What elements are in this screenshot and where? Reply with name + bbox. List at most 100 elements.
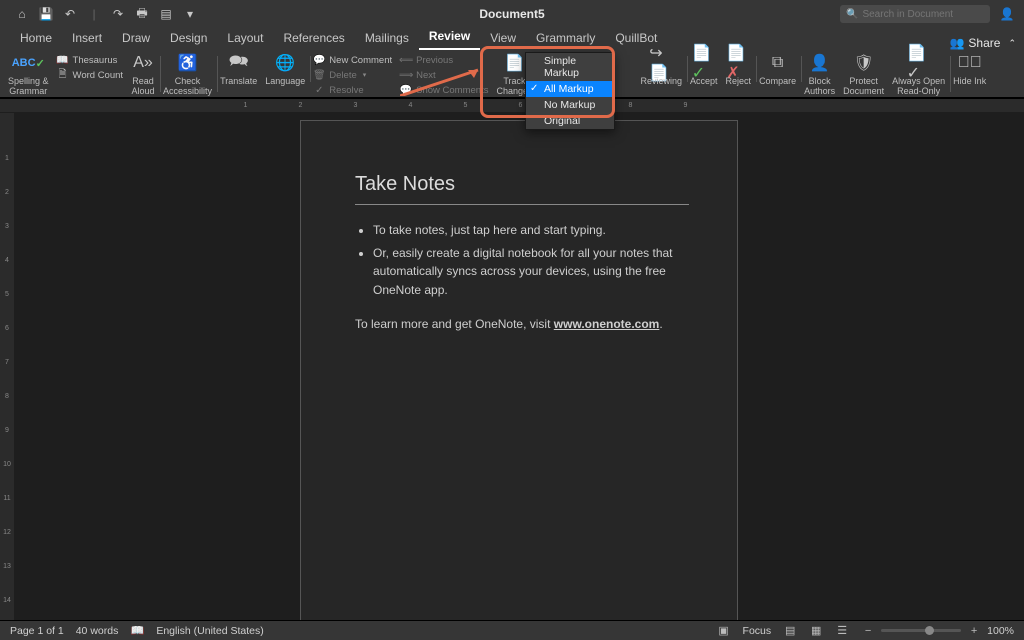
protect-document-button[interactable]: 🛡Protect Document [839,52,888,96]
list-item[interactable]: To take notes, just tap here and start t… [373,221,689,240]
markup-option-all[interactable]: All Markup [526,81,614,97]
doc-paragraph[interactable]: To learn more and get OneNote, visit www… [355,317,689,331]
show-comments-button[interactable]: 💬Show Comments [400,84,488,96]
next-comment-button[interactable]: ⟹Next [400,69,488,81]
readonly-icon: 📄✓ [907,52,931,74]
previous-comment-button[interactable]: ⟸Previous [400,54,488,66]
doc-heading[interactable]: Take Notes [355,173,689,196]
horizontal-ruler[interactable]: 123456789 [0,98,1024,112]
read-aloud-button[interactable]: A»Read Aloud [127,52,159,96]
tab-design[interactable]: Design [160,28,217,50]
read-aloud-icon: A» [131,52,155,74]
tab-references[interactable]: References [273,28,354,50]
tab-draw[interactable]: Draw [112,28,160,50]
delete-comment-button[interactable]: 🗑Delete▾ [313,69,392,81]
word-count-button[interactable]: 🗎Word Count [57,69,124,81]
block-authors-icon: 👤 [808,52,832,74]
reject-button[interactable]: 📄✗Reject [722,52,756,86]
list-item[interactable]: Or, easily create a digital notebook for… [373,244,689,300]
chevron-up-icon[interactable]: ⌃ [1008,38,1016,49]
web-layout-view-icon[interactable]: ▦ [809,624,823,638]
zoom-in-icon[interactable]: + [967,624,981,638]
ribbon-review: ABC✓Spelling & Grammar 📖Thesaurus 🗎Word … [0,50,1024,98]
new-comment-button[interactable]: 💬New Comment [313,54,392,66]
language-button[interactable]: 🌐Language [261,52,309,86]
always-open-readonly-button[interactable]: 📄✓Always Open Read-Only [888,52,949,96]
tab-review[interactable]: Review [419,26,480,50]
markup-option-original[interactable]: Original [526,113,614,129]
share-icon: 👥 [949,36,964,50]
reviewing-pane-button[interactable]: ↪📄Reviewing [637,52,687,86]
notifications-icon[interactable]: 👤 [998,5,1016,23]
accept-icon: 📄✓ [692,52,716,74]
focus-mode-label[interactable]: Focus [743,625,772,637]
tab-layout[interactable]: Layout [217,28,273,50]
home-icon[interactable]: ⌂ [14,6,30,22]
markup-display-dropdown[interactable]: Simple Markup All Markup No Markup Origi… [525,52,615,130]
markup-option-simple[interactable]: Simple Markup [526,53,614,81]
document-title: Document5 [479,7,544,21]
focus-mode-icon[interactable]: ▣ [717,624,731,638]
comments-col2: ⟸Previous ⟹Next 💬Show Comments [396,52,492,96]
zoom-slider[interactable] [881,629,961,632]
block-authors-button[interactable]: 👤Block Authors [800,52,839,96]
heading-rule [355,204,689,205]
translate-button[interactable]: 🗪Translate [216,52,261,86]
resolve-comment-button[interactable]: ✓Resolve [313,84,392,96]
status-language[interactable]: English (United States) [156,625,263,637]
tab-insert[interactable]: Insert [62,28,112,50]
page-icon[interactable]: ▤ [158,6,174,22]
vertical-ruler[interactable]: 1234567891011121314 [0,113,14,620]
document-page[interactable]: Take Notes To take notes, just tap here … [300,120,738,620]
comments-col1: 💬New Comment 🗑Delete▾ ✓Resolve [309,52,396,96]
ribbon-tabs: Home Insert Draw Design Layout Reference… [0,28,1024,50]
customize-qat-icon[interactable]: ▾ [182,6,198,22]
spellcheck-status-icon[interactable]: 📖 [130,624,144,638]
save-icon[interactable]: 💾 [38,6,54,22]
tab-home[interactable]: Home [10,28,62,50]
language-icon: 🌐 [273,52,297,74]
tab-mailings[interactable]: Mailings [355,28,419,50]
compare-button[interactable]: ⧉Compare [755,52,800,86]
delete-icon: 🗑 [313,69,325,81]
accessibility-icon: ♿ [176,52,200,74]
hide-ink-icon: ✎⃠ [958,52,982,74]
onenote-link[interactable]: www.onenote.com [554,317,660,331]
zoom-control[interactable]: − + 100% [861,624,1014,638]
abc-check-icon: ABC✓ [16,52,40,74]
print-icon[interactable]: 🖶 [134,6,150,22]
undo-icon[interactable]: ↶ [62,6,78,22]
thesaurus-button[interactable]: 📖Thesaurus [57,54,124,66]
doc-bullet-list[interactable]: To take notes, just tap here and start t… [355,221,689,299]
search-box[interactable]: 🔍 [840,5,990,23]
search-input[interactable] [862,9,984,20]
proofing-mini: 📖Thesaurus 🗎Word Count [53,52,128,81]
comment-icon: 💬 [313,54,325,66]
shield-icon: 🛡 [852,52,876,74]
quick-access-toolbar: ⌂ 💾 ↶ | ↷ 🖶 ▤ ▾ [0,6,198,22]
markup-option-none[interactable]: No Markup [526,97,614,113]
hide-ink-button[interactable]: ✎⃠Hide Ink [949,52,990,86]
status-page[interactable]: Page 1 of 1 [10,625,64,637]
tab-view[interactable]: View [480,28,526,50]
outline-view-icon[interactable]: ☰ [835,624,849,638]
zoom-value[interactable]: 100% [987,625,1014,637]
wordcount-icon: 🗎 [57,69,69,81]
tab-grammarly[interactable]: Grammarly [526,28,605,50]
redo-icon[interactable]: ↷ [110,6,126,22]
reviewing-icon: ↪📄 [649,52,673,74]
compare-icon: ⧉ [766,52,790,74]
print-layout-view-icon[interactable]: ▤ [783,624,797,638]
zoom-knob[interactable] [925,626,934,635]
zoom-out-icon[interactable]: − [861,624,875,638]
check-accessibility-button[interactable]: ♿Check Accessibility [159,52,216,96]
translate-icon: 🗪 [227,52,251,74]
status-wordcount[interactable]: 40 words [76,625,119,637]
resolve-icon: ✓ [313,84,325,96]
spelling-grammar-button[interactable]: ABC✓Spelling & Grammar [4,52,53,96]
accept-button[interactable]: 📄✓Accept [686,52,722,86]
share-button[interactable]: 👥 Share ⌃ [949,36,1016,50]
document-canvas[interactable]: Take Notes To take notes, just tap here … [14,112,1024,620]
prev-icon: ⟸ [400,54,412,66]
search-icon: 🔍 [846,9,858,20]
